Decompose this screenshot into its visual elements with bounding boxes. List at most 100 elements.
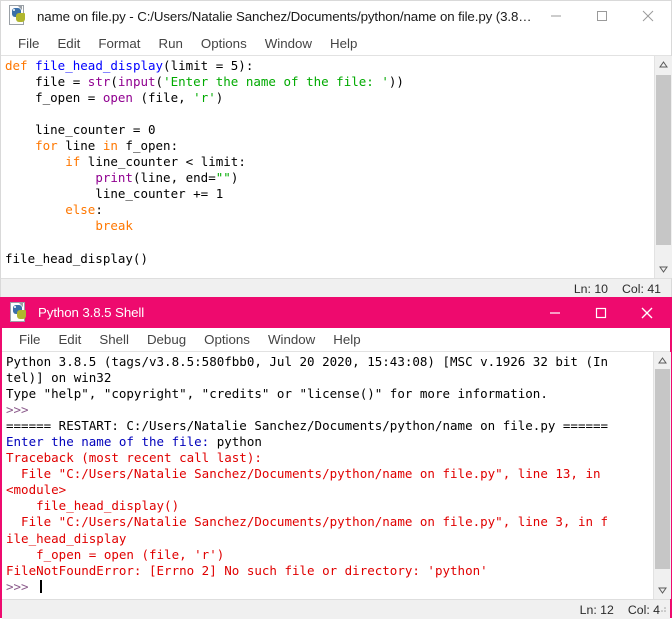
editor-code-token: break bbox=[95, 218, 133, 234]
editor-code-token: line_counter = 0 bbox=[5, 122, 156, 138]
maximize-button[interactable] bbox=[578, 297, 624, 328]
editor-window-controls bbox=[533, 1, 671, 32]
editor-code-token: file = bbox=[5, 74, 88, 90]
editor-code-token: (file, bbox=[132, 90, 194, 106]
shell-output-line: Python 3.8.5 (tags/v3.8.5:580fbb0, Jul 2… bbox=[6, 354, 653, 370]
shell-output[interactable]: Python 3.8.5 (tags/v3.8.5:580fbb0, Jul 2… bbox=[2, 352, 653, 599]
editor-titlebar[interactable]: name on file.py - C:/Users/Natalie Sanch… bbox=[1, 1, 671, 32]
editor-code-token: file_head_display bbox=[35, 58, 164, 73]
shell-output-token: f_open = open (file, 'r') bbox=[6, 546, 225, 562]
editor-code-line: if line_counter < limit: bbox=[5, 154, 654, 170]
shell-output-token: python bbox=[216, 434, 262, 450]
shell-titlebar[interactable]: Python 3.8.5 Shell bbox=[2, 297, 670, 328]
editor-code-line bbox=[5, 235, 654, 251]
close-button[interactable] bbox=[624, 297, 670, 328]
editor-code-token: : bbox=[95, 202, 103, 218]
shell-output-token: ile_head_display bbox=[6, 530, 127, 546]
shell-output-token: File "C:/Users/Natalie Sanchez/Documents… bbox=[6, 466, 601, 482]
maximize-button[interactable] bbox=[579, 1, 625, 32]
resize-grip-icon[interactable] bbox=[656, 602, 668, 614]
editor-code-line: file = str(input('Enter the name of the … bbox=[5, 74, 654, 90]
editor-code-token: for bbox=[35, 138, 58, 154]
editor-menu-edit[interactable]: Edit bbox=[48, 32, 89, 55]
editor-code-line: def file_head_display(limit = 5): bbox=[5, 58, 654, 74]
editor-code-line: else: bbox=[5, 202, 654, 218]
editor-text-area[interactable]: def file_head_display(limit = 5): file =… bbox=[1, 55, 672, 278]
editor-code[interactable]: def file_head_display(limit = 5): file =… bbox=[1, 56, 654, 278]
editor-line-indicator: Ln: 10 bbox=[573, 281, 609, 296]
shell-menu-options[interactable]: Options bbox=[195, 328, 259, 351]
editor-code-line: line_counter = 0 bbox=[5, 122, 654, 138]
scroll-down-arrow-icon[interactable] bbox=[655, 261, 672, 278]
shell-output-token: File "C:/Users/Natalie Sanchez/Documents… bbox=[6, 514, 609, 530]
editor-code-token: line_counter += 1 bbox=[5, 186, 224, 202]
scroll-down-arrow-icon[interactable] bbox=[654, 582, 671, 599]
shell-output-line: FileNotFoundError: [Errno 2] No such fil… bbox=[6, 563, 653, 579]
editor-code-token bbox=[5, 154, 65, 169]
editor-code-token: line_counter < limit: bbox=[80, 154, 246, 170]
shell-output-line: ====== RESTART: C:/Users/Natalie Sanchez… bbox=[6, 418, 653, 434]
shell-output-line: File "C:/Users/Natalie Sanchez/Documents… bbox=[6, 514, 653, 530]
shell-output-line: ile_head_display bbox=[6, 531, 653, 547]
shell-output-area[interactable]: Python 3.8.5 (tags/v3.8.5:580fbb0, Jul 2… bbox=[2, 351, 671, 599]
editor-code-token bbox=[5, 218, 95, 233]
shell-output-token: tel)] on win32 bbox=[6, 370, 112, 386]
editor-code-line: f_open = open (file, 'r') bbox=[5, 90, 654, 106]
editor-window: name on file.py - C:/Users/Natalie Sanch… bbox=[0, 0, 672, 298]
shell-menubar: File Edit Shell Debug Options Window Help bbox=[2, 328, 670, 351]
shell-window-controls bbox=[532, 297, 670, 328]
shell-output-token: >>> bbox=[6, 578, 37, 594]
editor-code-token: str bbox=[87, 74, 111, 90]
editor-menu-options[interactable]: Options bbox=[192, 32, 256, 55]
shell-output-line: Traceback (most recent call last): bbox=[6, 450, 653, 466]
editor-scroll-track[interactable] bbox=[655, 73, 672, 261]
editor-code-line: file_head_display() bbox=[5, 251, 654, 267]
editor-code-token: (line, end= bbox=[132, 170, 216, 186]
editor-menu-help[interactable]: Help bbox=[321, 32, 366, 55]
shell-title-text: Python 3.8.5 Shell bbox=[38, 305, 145, 320]
shell-menu-edit[interactable]: Edit bbox=[49, 328, 90, 351]
shell-scroll-track[interactable] bbox=[654, 369, 671, 582]
editor-code-token: 'r' bbox=[193, 90, 216, 106]
scroll-up-arrow-icon[interactable] bbox=[655, 56, 672, 73]
editor-code-token: "" bbox=[215, 170, 231, 186]
editor-code-token: ( bbox=[110, 74, 118, 90]
shell-menu-debug[interactable]: Debug bbox=[138, 328, 195, 351]
minimize-button[interactable] bbox=[533, 1, 579, 32]
editor-code-token: ) bbox=[215, 90, 224, 106]
shell-output-token: Enter the name of the file: bbox=[6, 434, 217, 450]
editor-vertical-scrollbar[interactable] bbox=[654, 56, 672, 278]
shell-output-line: Enter the name of the file: python bbox=[6, 434, 653, 450]
editor-menu-run[interactable]: Run bbox=[149, 32, 191, 55]
editor-menu-window[interactable]: Window bbox=[256, 32, 321, 55]
editor-menu-file[interactable]: File bbox=[9, 32, 48, 55]
editor-menu-format[interactable]: Format bbox=[89, 32, 149, 55]
editor-code-token: ( bbox=[155, 74, 164, 90]
shell-scroll-thumb[interactable] bbox=[655, 369, 670, 569]
editor-code-token: f_open = bbox=[5, 90, 103, 106]
editor-code-line: line_counter += 1 bbox=[5, 186, 654, 202]
shell-menu-window[interactable]: Window bbox=[259, 328, 324, 351]
shell-output-token: Type "help", "copyright", "credits" or "… bbox=[6, 386, 548, 402]
shell-menu-file[interactable]: File bbox=[10, 328, 49, 351]
close-button[interactable] bbox=[625, 1, 671, 32]
editor-scroll-thumb[interactable] bbox=[656, 75, 671, 245]
scroll-up-arrow-icon[interactable] bbox=[654, 352, 671, 369]
shell-menu-help[interactable]: Help bbox=[324, 328, 369, 351]
shell-menu-shell[interactable]: Shell bbox=[90, 328, 138, 351]
python-file-icon bbox=[9, 301, 31, 324]
editor-statusbar: Ln: 10 Col: 41 bbox=[1, 278, 671, 298]
editor-code-token: f_open: bbox=[117, 138, 179, 154]
python-file-icon bbox=[8, 5, 30, 27]
editor-code-token bbox=[5, 170, 95, 185]
shell-vertical-scrollbar[interactable] bbox=[653, 352, 671, 599]
minimize-button[interactable] bbox=[532, 297, 578, 328]
shell-output-line: f_open = open (file, 'r') bbox=[6, 547, 653, 563]
editor-code-token: def bbox=[5, 58, 28, 73]
shell-statusbar: Ln: 12 Col: 4 bbox=[2, 599, 670, 619]
editor-code-token: )) bbox=[388, 74, 404, 90]
text-cursor bbox=[40, 579, 42, 593]
shell-output-line: >>> bbox=[6, 579, 653, 595]
shell-output-token: Traceback (most recent call last): bbox=[6, 450, 262, 466]
shell-output-line: <module> bbox=[6, 482, 653, 498]
